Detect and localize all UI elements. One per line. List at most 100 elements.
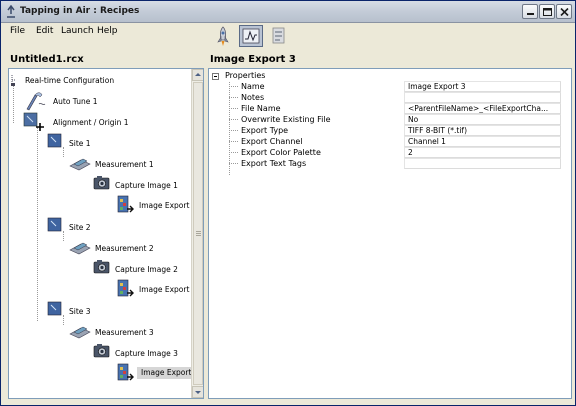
tree-node-site-1[interactable]: Site 1 [47, 133, 187, 153]
menu-file[interactable]: File [10, 26, 25, 36]
property-label: Export Type [241, 126, 289, 135]
tree-node-label: Capture Image 2 [115, 265, 178, 274]
tree-node-label: Site 1 [69, 139, 91, 148]
properties-root-label: Properties [225, 71, 266, 80]
property-label: Name [241, 82, 265, 91]
tree-node-label: Image Export 1 [139, 201, 197, 210]
alignment-icon [23, 112, 44, 131]
tree-node-export-1[interactable]: Image Export 1 [117, 195, 197, 215]
config-icon [11, 75, 16, 86]
tree-node-label: Alignment / Origin 1 [53, 118, 129, 127]
tree-node-label: Measurement 1 [95, 160, 154, 169]
tree-node-export-2[interactable]: Image Export 2 [117, 279, 197, 299]
menu-help[interactable]: Help [97, 26, 118, 36]
tree-node-capture-1[interactable]: Capture Image 1 [93, 175, 191, 195]
property-value[interactable]: Channel 1 [404, 136, 561, 147]
export-icon [117, 363, 134, 381]
tree-node-label: Capture Image 1 [115, 181, 178, 190]
property-label: File Name [241, 104, 281, 113]
property-value[interactable]: No [404, 114, 561, 125]
property-row-color-palette[interactable]: Export Color Palette 2 [229, 147, 561, 158]
camera-icon [93, 344, 110, 358]
measurement-icon [69, 158, 91, 171]
measurement-icon [69, 242, 91, 255]
property-label: Overwrite Existing File [241, 115, 331, 124]
close-button[interactable] [556, 4, 572, 19]
document-icon [272, 27, 285, 44]
tree-node-measurement-2[interactable]: Measurement 2 [69, 238, 189, 258]
tree-node-capture-2[interactable]: Capture Image 2 [93, 259, 191, 279]
recipe-file-title: Untitled1.rcx [10, 54, 84, 65]
property-row-notes[interactable]: Notes [229, 92, 561, 103]
scroll-thumb[interactable] [193, 82, 203, 385]
app-icon [7, 5, 15, 18]
properties-panel: Properties Name Image Export 3 Notes Fil… [208, 68, 572, 399]
camera-icon [93, 260, 110, 274]
measurement-icon [69, 326, 91, 339]
tree-node-alignment[interactable]: Alignment / Origin 1 [23, 112, 191, 132]
export-button[interactable] [267, 25, 291, 47]
close-icon [560, 8, 569, 16]
scan-button[interactable] [239, 25, 263, 47]
scroll-up-button[interactable] [192, 69, 203, 81]
arrow-up-icon [195, 73, 201, 76]
property-label: Export Color Palette [241, 148, 321, 157]
property-row-export-type[interactable]: Export Type TIFF 8-BIT (*.tif) [229, 125, 561, 136]
minimize-icon [527, 13, 534, 15]
tree-node-capture-3[interactable]: Capture Image 3 [93, 343, 191, 363]
property-row-overwrite[interactable]: Overwrite Existing File No [229, 114, 561, 125]
property-value[interactable]: 2 [404, 147, 561, 158]
property-row-file-name[interactable]: File Name <ParentFileName>_<FileExportCh… [229, 103, 561, 114]
recipe-tree: Real-time Configuration Auto Tune 1 Alig… [9, 69, 203, 398]
minimize-button[interactable] [522, 4, 538, 19]
property-row-export-channel[interactable]: Export Channel Channel 1 [229, 136, 561, 147]
property-value[interactable]: <ParentFileName>_<FileExportCha... [404, 103, 561, 114]
app-window: Tapping in Air : Recipes File Edit Launc… [0, 0, 576, 406]
tree-node-label: Measurement 3 [95, 328, 154, 337]
property-row-name[interactable]: Name Image Export 3 [229, 81, 561, 92]
tree-node-auto-tune[interactable]: Auto Tune 1 [25, 91, 185, 111]
tree-node-measurement-3[interactable]: Measurement 3 [69, 322, 189, 342]
rocket-icon [217, 26, 229, 46]
tree-scrollbar[interactable] [191, 69, 203, 398]
recipe-tree-panel: Real-time Configuration Auto Tune 1 Alig… [8, 68, 204, 399]
scroll-down-button[interactable] [192, 386, 203, 398]
tree-node-label: Real-time Configuration [25, 76, 115, 85]
tree-node-measurement-1[interactable]: Measurement 1 [69, 154, 189, 174]
tune-icon [26, 92, 46, 111]
properties-title: Image Export 3 [210, 54, 296, 65]
menu-bar: File Edit Launch Help [1, 23, 201, 41]
tree-node-label: Measurement 2 [95, 244, 154, 253]
tree-node-export-3[interactable]: Image Export 3 [117, 363, 203, 383]
window-title: Tapping in Air : Recipes [20, 6, 140, 16]
property-row-text-tags[interactable]: Export Text Tags [229, 158, 561, 169]
property-value[interactable] [404, 92, 561, 103]
waveform-icon [242, 28, 260, 44]
property-label: Notes [241, 93, 265, 102]
export-icon [117, 279, 134, 297]
arrow-down-icon [195, 391, 201, 394]
title-bar[interactable]: Tapping in Air : Recipes [1, 1, 575, 23]
grip-icon [196, 231, 201, 237]
site-icon [47, 133, 62, 148]
property-value[interactable]: TIFF 8-BIT (*.tif) [404, 125, 561, 136]
menu-edit[interactable]: Edit [36, 26, 53, 36]
tree-node-site-2[interactable]: Site 2 [47, 217, 187, 237]
launch-button[interactable] [211, 25, 235, 47]
tree-node-label: Site 2 [69, 223, 91, 232]
tree-node-site-3[interactable]: Site 3 [47, 301, 187, 321]
menu-launch[interactable]: Launch [61, 26, 94, 36]
camera-icon [93, 176, 110, 190]
tree-node-label: Capture Image 3 [115, 349, 178, 358]
property-value[interactable]: Image Export 3 [404, 81, 561, 92]
site-icon [47, 301, 62, 316]
property-label: Export Text Tags [241, 159, 307, 168]
tree-node-label: Image Export 2 [139, 285, 197, 294]
maximize-icon [543, 8, 552, 16]
maximize-button[interactable] [539, 4, 555, 19]
property-value[interactable] [404, 158, 561, 169]
collapse-icon[interactable] [212, 73, 219, 80]
tree-node-label: Site 3 [69, 307, 91, 316]
property-label: Export Channel [241, 137, 303, 146]
site-icon [47, 217, 62, 232]
